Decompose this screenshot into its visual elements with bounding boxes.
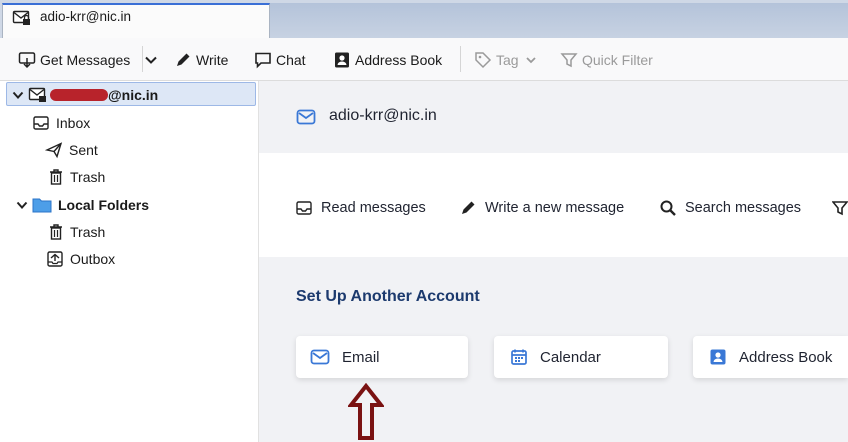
chat-button[interactable]: Chat [254, 50, 306, 70]
sent-icon [45, 141, 63, 159]
folder-inbox-label: Inbox [56, 115, 91, 131]
account-mail-icon [28, 86, 48, 104]
annotation-up-arrow-icon [348, 383, 384, 441]
write-message-label: Write a new message [485, 200, 625, 216]
account-name-label: @nic.in [108, 87, 159, 103]
filter-icon[interactable] [832, 199, 848, 217]
tab-title: adio-krr@nic.in [40, 9, 131, 24]
folder-trash-label: Trash [70, 169, 106, 185]
envelope-icon [310, 349, 330, 365]
folder-icon [32, 197, 52, 213]
tag-label: Tag [496, 52, 519, 68]
tab-bar-empty-area [270, 3, 848, 38]
write-button[interactable]: Write [174, 50, 228, 70]
calendar-icon [510, 348, 528, 366]
search-icon [659, 199, 677, 217]
setup-calendar-card[interactable]: Calendar [494, 336, 668, 378]
get-messages-button[interactable]: Get Messages [18, 50, 130, 70]
folder-local-trash[interactable]: Trash [48, 222, 105, 242]
local-folders-row[interactable]: Local Folders [16, 195, 149, 215]
toolbar-separator [460, 46, 461, 72]
folder-trash[interactable]: Trash [48, 167, 105, 187]
write-message-button[interactable]: Write a new message [459, 198, 624, 218]
account-mail-icon [12, 9, 32, 27]
get-messages-dropdown-chevron-icon[interactable] [144, 50, 158, 70]
address-book-label: Address Book [355, 52, 443, 68]
account-title: adio-krr@nic.in [329, 107, 437, 124]
folder-sent[interactable]: Sent [45, 140, 98, 160]
envelope-icon [296, 108, 316, 126]
chat-label: Chat [276, 52, 306, 68]
tag-button[interactable]: Tag [474, 50, 537, 70]
folder-pane [0, 81, 259, 442]
chat-icon [254, 51, 272, 69]
address-book-button[interactable]: Address Book [333, 50, 442, 70]
get-messages-icon [18, 51, 36, 69]
setup-email-card[interactable]: Email [296, 336, 468, 378]
toolbar-separator [142, 46, 143, 72]
address-book-icon [333, 51, 351, 69]
get-messages-label: Get Messages [40, 52, 131, 68]
address-book-icon [709, 348, 727, 366]
trash-icon [48, 223, 64, 241]
setup-address-book-card[interactable]: Address Book [693, 336, 848, 378]
folder-local-trash-label: Trash [70, 224, 106, 240]
read-messages-label: Read messages [321, 200, 426, 216]
filter-icon [560, 51, 578, 69]
inbox-icon [32, 114, 50, 132]
pencil-icon [174, 51, 192, 69]
local-folders-label: Local Folders [58, 197, 150, 213]
chevron-down-icon[interactable] [12, 89, 24, 101]
setup-calendar-label: Calendar [540, 348, 601, 366]
setup-email-label: Email [342, 348, 380, 366]
tag-icon [474, 51, 492, 69]
folder-outbox-label: Outbox [70, 251, 116, 267]
quick-filter-button[interactable]: Quick Filter [560, 50, 653, 70]
chevron-down-icon[interactable] [16, 199, 28, 211]
read-messages-button[interactable]: Read messages [295, 198, 426, 218]
account-folder-row[interactable]: @nic.in [12, 85, 158, 105]
quick-filter-label: Quick Filter [582, 52, 653, 68]
write-label: Write [196, 52, 229, 68]
pencil-icon [459, 199, 477, 217]
folder-outbox[interactable]: Outbox [46, 249, 115, 269]
trash-icon [48, 168, 64, 186]
redaction-mark [50, 89, 108, 101]
outbox-icon [46, 250, 64, 268]
tag-chevron-down-icon [525, 54, 537, 66]
search-messages-button[interactable]: Search messages [659, 198, 801, 218]
inbox-icon [295, 199, 313, 217]
folder-inbox[interactable]: Inbox [32, 113, 90, 133]
setup-address-book-label: Address Book [739, 348, 833, 366]
search-messages-label: Search messages [685, 200, 802, 216]
folder-sent-label: Sent [69, 142, 98, 158]
setup-section-title: Set Up Another Account [296, 288, 480, 305]
